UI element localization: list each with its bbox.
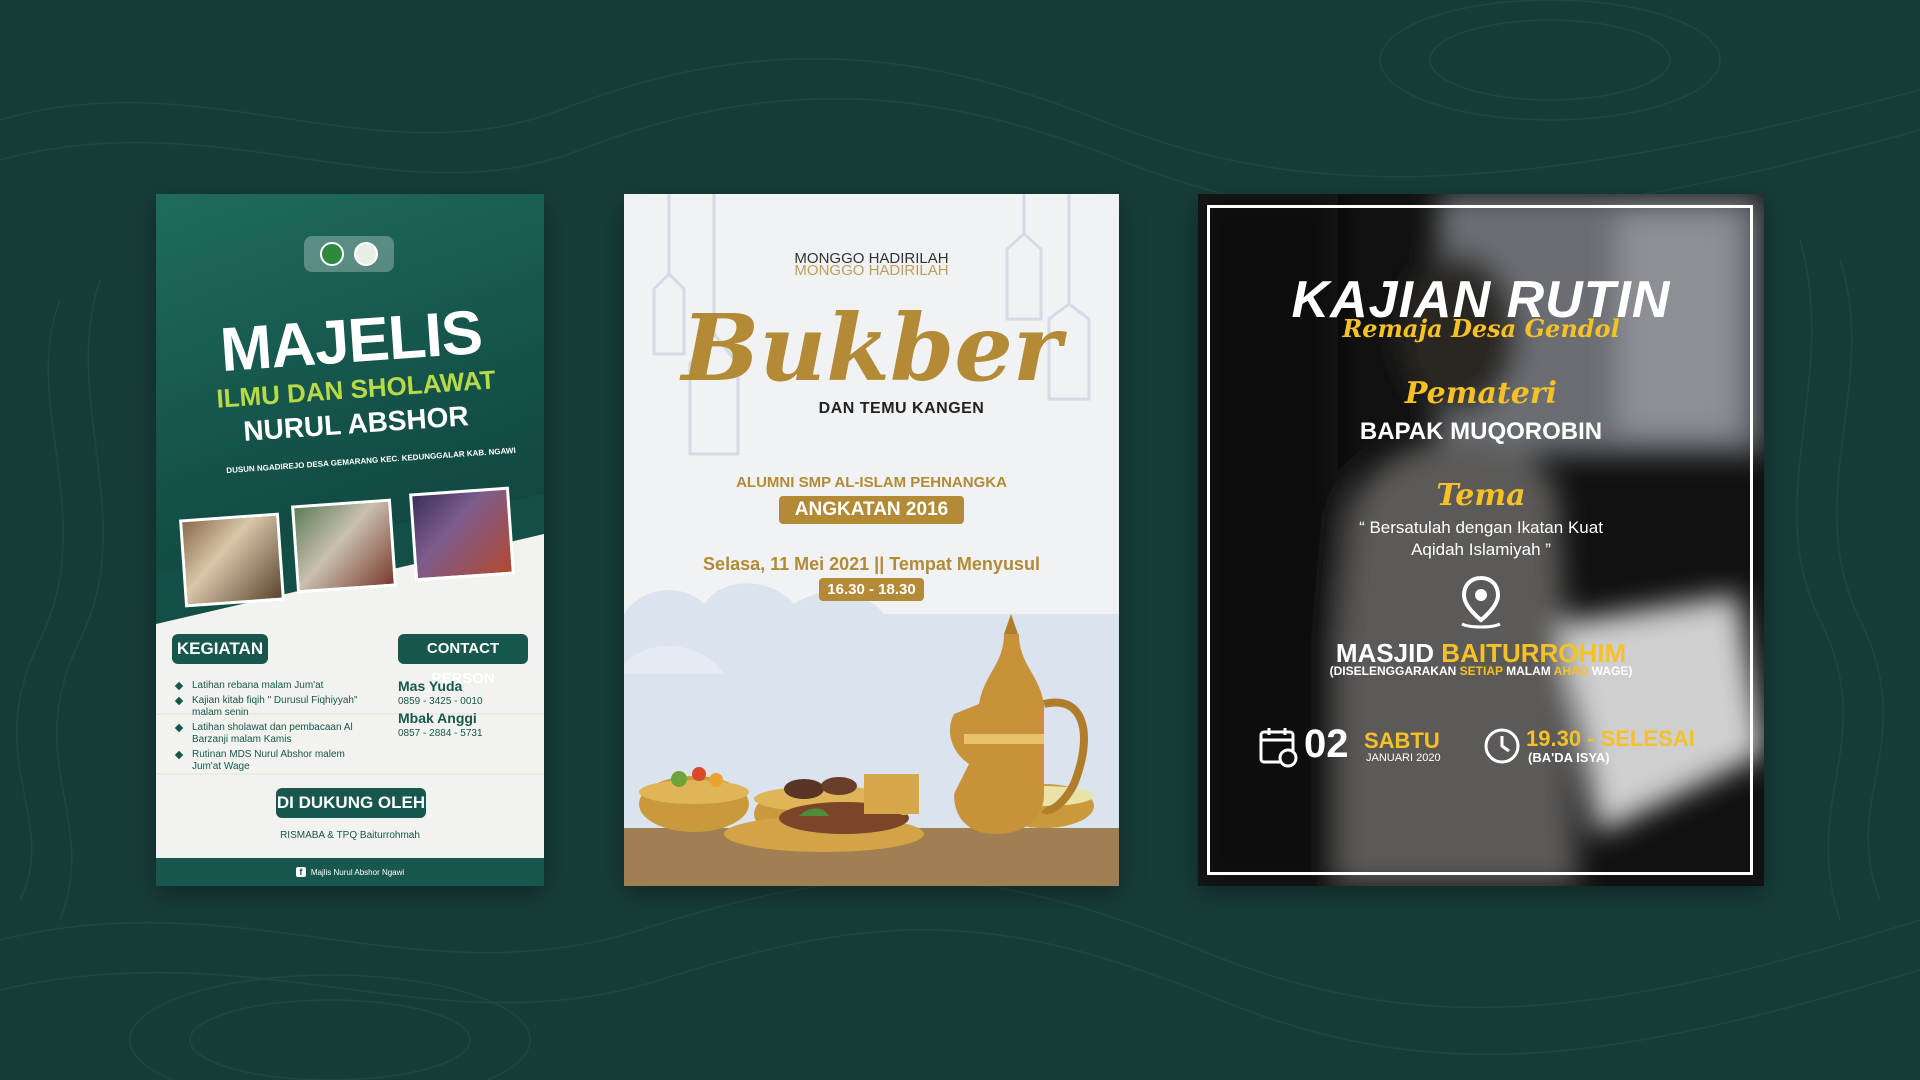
angkatan-badge: ANGKATAN 2016 xyxy=(778,496,965,524)
date-place-text: Selasa, 11 Mei 2021 || Tempat Menyusul xyxy=(703,554,1040,574)
alumni-text: ALUMNI SMP AL-ISLAM PEHNANGKA xyxy=(736,474,1007,491)
event-time: 19.30 - SELESAI xyxy=(1526,726,1695,751)
contact-name: Mbak Anggi xyxy=(398,710,477,726)
contact-person-label: CONTACT PERSON xyxy=(398,634,528,687)
note-text: (DISELENGGARAKAN xyxy=(1329,664,1460,678)
logo-icon xyxy=(354,242,378,266)
angkatan-wrap: ANGKATAN 2016 xyxy=(624,496,1119,524)
list-item: Kajian kitab fiqih " Durusul Fiqhiyyah" … xyxy=(174,695,374,719)
day-number: 02 xyxy=(1304,722,1349,766)
contact-phone: 0859 - 3425 - 0010 xyxy=(398,696,483,707)
tema-label: Tema xyxy=(1436,478,1526,513)
day-name: SABTU xyxy=(1364,728,1440,753)
facebook-page-name: Majlis Nurul Abshor Ngawi xyxy=(310,867,405,877)
logo-icon xyxy=(320,242,344,266)
pemateri-name: BAPAK MUQOROBIN xyxy=(1359,418,1603,445)
facebook-icon: f xyxy=(295,867,306,877)
note-highlight: SETIAP xyxy=(1459,664,1503,678)
contact-phone: 0857 - 2884 - 5731 xyxy=(398,728,483,739)
poster-kajian: KAJIAN RUTIN Remaja Desa Gendol Pemateri… xyxy=(1198,194,1764,886)
support-label: DI DUKUNG OLEH xyxy=(276,788,426,818)
poster-majelis: MAJELIS ILMU DAN SHOLAWAT NURUL ABSHOR D… xyxy=(156,194,544,886)
contact-name: Mas Yuda xyxy=(398,678,463,694)
clock-icon xyxy=(1484,728,1520,764)
kegiatan-label: KEGIATAN xyxy=(172,634,268,664)
event-time-note: (BA'DA ISYA) xyxy=(1528,750,1610,765)
calendar-icon xyxy=(1259,728,1298,768)
bukber-title: Bukber xyxy=(681,294,1062,402)
kajian-script-subtitle: Remaja Desa Gendol xyxy=(1342,314,1620,343)
tema-line-1: “ Bersatulah dengan Ikatan Kuat xyxy=(1359,518,1603,537)
activity-photo xyxy=(409,486,515,582)
kegiatan-list: Latihan rebana malam Jum'at Kajian kitab… xyxy=(174,680,374,776)
schedule-note: (DISELENGGARAKAN SETIAP MALAM AHAD WAGE) xyxy=(1198,664,1764,678)
bukber-subtitle: DAN TEMU KANGEN xyxy=(818,400,985,417)
time-badge: 16.30 - 18.30 xyxy=(819,578,924,601)
tema-line-2: Aqidah Islamiyah ” xyxy=(1411,540,1551,559)
time-wrap: 16.30 - 18.30 xyxy=(624,578,1119,601)
location-pin-icon xyxy=(1461,575,1501,629)
poster-bukber: MONGGO HADIRILAH MONGGO HADIRILAH Bukber… xyxy=(624,194,1119,886)
support-text: RISMABA & TPQ Baiturrohmah xyxy=(280,830,420,841)
activity-photo xyxy=(179,512,285,608)
activity-photo xyxy=(291,498,397,594)
organization-logos xyxy=(304,236,394,272)
list-item: Rutinan MDS Nurul Abshor malem Jum'at Wa… xyxy=(174,749,374,773)
pemateri-label: Pemateri xyxy=(1404,376,1558,411)
list-item: Latihan rebana malam Jum'at xyxy=(174,680,374,692)
list-item: Latihan sholawat dan pembacaan Al Barzan… xyxy=(174,722,374,746)
note-highlight: AHAD xyxy=(1553,664,1589,678)
month-year: JANUARI 2020 xyxy=(1366,752,1441,764)
note-text: MALAM xyxy=(1502,664,1554,678)
poster-footer: f Majlis Nurul Abshor Ngawi xyxy=(156,858,544,886)
invite-text-echo: MONGGO HADIRILAH xyxy=(794,262,949,279)
note-text: WAGE) xyxy=(1588,664,1633,678)
